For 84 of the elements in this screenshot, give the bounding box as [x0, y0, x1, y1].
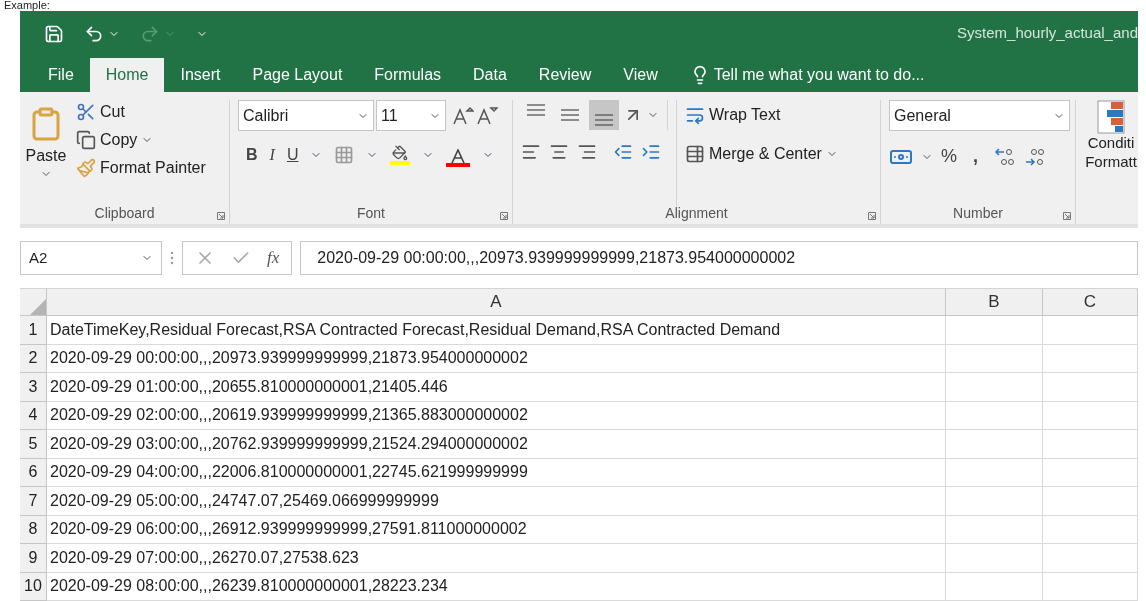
increase-indent-icon[interactable] [641, 142, 661, 162]
ribbon-tab[interactable]: Formulas [358, 58, 458, 92]
triangle-icon [30, 299, 46, 315]
dialog-launcher-icon[interactable] [500, 212, 508, 220]
table-cell: 2020-09-29 07:00:00,,,26270.07,27538.623 [47, 544, 946, 573]
comma-button[interactable]: , [965, 143, 987, 170]
table-cell: 2020-09-29 01:00:00,,,20655.810000000001,21405.446 [47, 373, 946, 402]
number-format-field[interactable]: General [889, 100, 1070, 131]
name-box[interactable]: A2 [20, 241, 162, 275]
dialog-launcher-icon[interactable] [1063, 212, 1071, 220]
ribbon-tab[interactable]: Page Layout [236, 58, 359, 92]
font-name-field[interactable]: Calibri [238, 100, 374, 131]
row-header[interactable]: 2 [20, 344, 47, 373]
conditional-formatting-button[interactable]: Conditi Formatt [1076, 100, 1138, 224]
align-left-icon[interactable] [521, 142, 541, 162]
caption: Example: [4, 0, 50, 11]
paste-button[interactable]: Paste [24, 100, 68, 206]
copy-icon [76, 130, 96, 150]
underline-button[interactable]: U [286, 143, 299, 167]
align-lines-icon [595, 114, 613, 126]
align-center-icon[interactable] [549, 142, 569, 162]
align-lines-icon [561, 109, 579, 121]
table-cell: 2020-09-29 08:00:00,,,26239.810000000001,28223.234 [47, 572, 946, 601]
table-cell: 2020-09-29 05:00:00,,,24747.07,25469.066999999999 [47, 487, 946, 516]
row-header[interactable]: 1 [20, 316, 47, 345]
align-right-icon[interactable] [577, 142, 597, 162]
formula-field[interactable]: 2020-09-29 00:00:00,,,20973.939999999999,21873.954000000002 [300, 241, 1138, 275]
row-header[interactable]: 7 [20, 487, 47, 516]
scissors-icon [76, 102, 96, 122]
column-header[interactable]: A [47, 289, 946, 316]
shrink-font-icon[interactable] [476, 105, 498, 126]
ribbon-tab[interactable]: View [607, 58, 674, 92]
bold-button[interactable]: B [246, 143, 258, 167]
insert-function-button[interactable]: fx [267, 245, 280, 271]
undo-icon[interactable] [84, 23, 104, 44]
row-header[interactable]: 5 [20, 430, 47, 459]
percent-button[interactable]: % [941, 143, 957, 170]
group-label: Font [357, 206, 385, 223]
align-lines-icon [527, 104, 545, 116]
ribbon-tab[interactable]: Home [89, 58, 165, 92]
ribbon-tab[interactable]: Insert [164, 58, 237, 92]
table-cell: 2020-09-29 02:00:00,,,20619.939999999999,21365.883000000002 [47, 401, 946, 430]
grow-font-icon[interactable] [452, 105, 474, 126]
wrap-text-button[interactable]: Wrap Text [685, 100, 838, 130]
table-cell: 2020-09-29 00:00:00,,,20973.939999999999,21873.954000000002 [47, 344, 946, 373]
ribbon-tab[interactable]: Data [457, 58, 523, 92]
cut-button[interactable]: Cut [76, 100, 206, 124]
dialog-launcher-icon[interactable] [868, 212, 876, 220]
save-icon[interactable] [44, 23, 64, 44]
row-header[interactable]: 6 [20, 458, 47, 487]
copy-button[interactable]: Copy [76, 128, 206, 152]
merge-center-button[interactable]: Merge & Center [685, 142, 838, 166]
dialog-launcher-icon[interactable] [217, 212, 225, 220]
ribbon-tab[interactable]: File [32, 58, 90, 92]
grip-icon [170, 251, 174, 265]
row-header[interactable]: 3 [20, 373, 47, 402]
table-cell: 2020-09-29 03:00:00,,,20762.939999999999,21524.294000000002 [47, 430, 946, 459]
redo-icon [140, 23, 160, 44]
merge-icon [685, 144, 705, 164]
ribbon-tab[interactable]: Review [522, 58, 608, 92]
window-title: System_hourly_actual_and [957, 23, 1138, 44]
increase-decimal-icon[interactable] [994, 145, 1017, 168]
group-label: Clipboard [94, 206, 155, 223]
paintbrush-icon [76, 158, 96, 178]
font-size-field[interactable]: 11 [376, 100, 446, 131]
table-cell: DateTimeKey,Residual Forecast,RSA Contracted Forecast,Residual Demand,RSA Contracted Demand [47, 316, 946, 345]
row-header[interactable]: 10 [20, 572, 47, 601]
column-header[interactable]: B [946, 289, 1043, 316]
table-cell: 2020-09-29 04:00:00,,,22006.810000000001,22745.621999999999 [47, 458, 946, 487]
table-cell: 2020-09-29 06:00:00,,,26912.939999999999,27591.811000000002 [47, 515, 946, 544]
wrap-text-icon [685, 105, 705, 125]
row-header[interactable]: 9 [20, 544, 47, 573]
row-header[interactable]: 4 [20, 401, 47, 430]
group-label: Number [953, 206, 1003, 223]
borders-icon[interactable] [334, 145, 355, 165]
format-painter-button[interactable]: Format Painter [76, 156, 206, 180]
italic-button[interactable]: I [269, 143, 275, 167]
group-label: Alignment [665, 206, 728, 223]
conditional-formatting-icon [1097, 100, 1125, 134]
fill-color-icon[interactable] [390, 145, 411, 165]
column-header[interactable]: C [1043, 289, 1138, 316]
tell-me-field[interactable]: Tell me what you want to do... [689, 58, 925, 92]
row-header[interactable]: 8 [20, 515, 47, 544]
decrease-indent-icon[interactable] [613, 142, 633, 162]
